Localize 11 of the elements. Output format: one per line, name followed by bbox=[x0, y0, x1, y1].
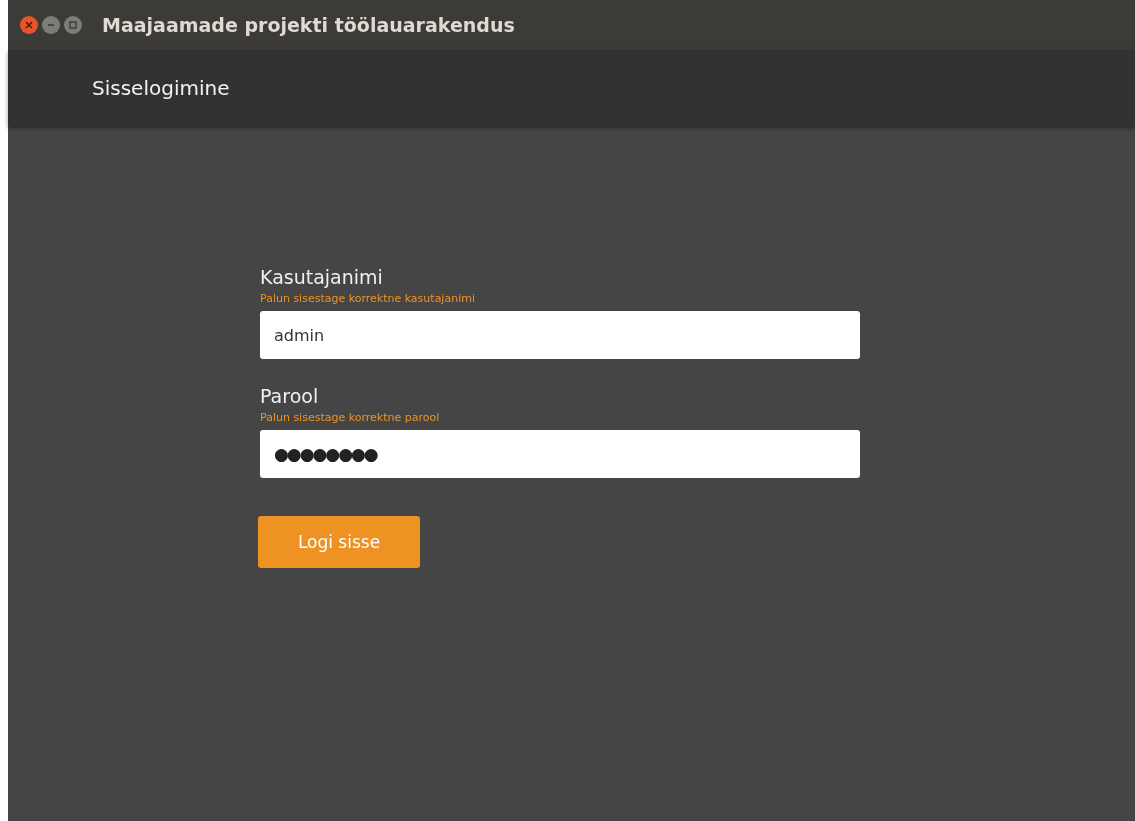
field-label: Kasutajanimi bbox=[260, 266, 383, 288]
password-field[interactable]: ●●●●●●●● bbox=[260, 430, 860, 478]
page-title: Sisselogimine bbox=[92, 76, 230, 100]
input-field[interactable]: admin bbox=[260, 311, 860, 359]
validation-hint: Palun sisestage korrektne parool bbox=[260, 411, 440, 424]
validation-hint: Palun sisestage korrektne kasutajanimi bbox=[260, 292, 475, 305]
maximize-icon[interactable] bbox=[64, 16, 82, 34]
close-icon[interactable] bbox=[20, 16, 38, 34]
window-title: Maajaamade projekti töölauarakendus bbox=[102, 14, 515, 36]
minimize-icon[interactable] bbox=[42, 16, 60, 34]
field-label: Parool bbox=[260, 385, 319, 407]
